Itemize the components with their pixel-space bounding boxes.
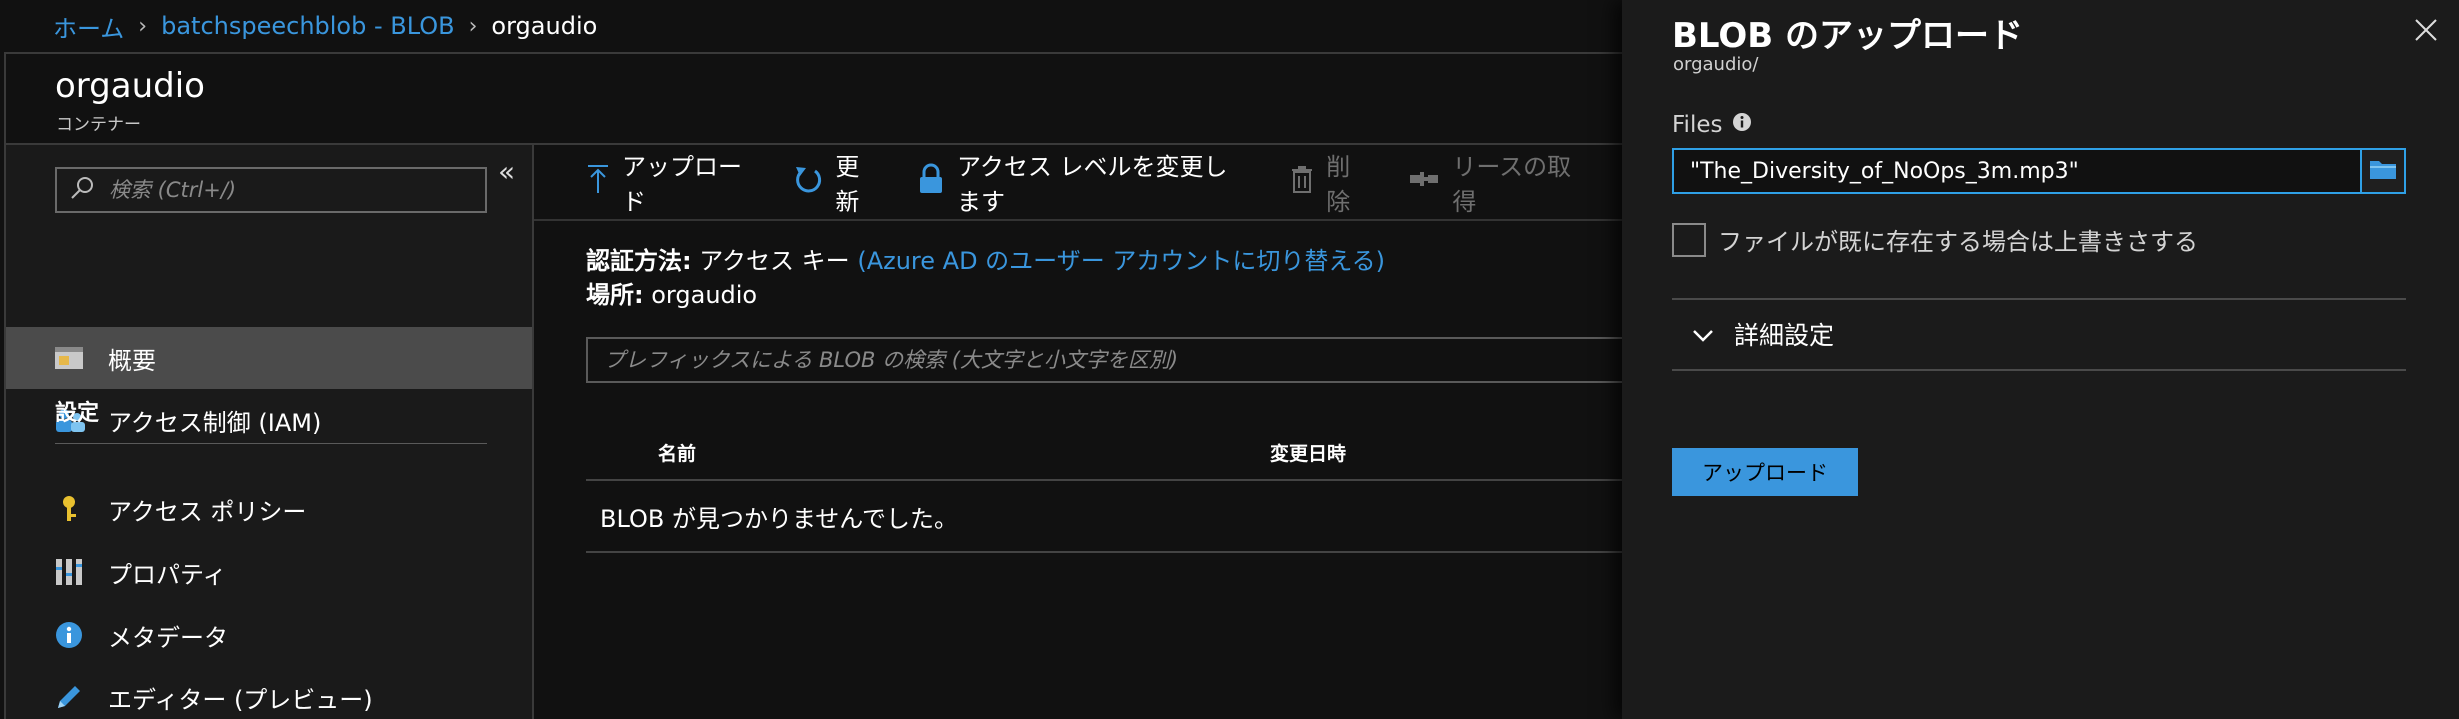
auth-method-value: アクセス キー [699, 247, 850, 275]
overwrite-checkbox[interactable] [1672, 222, 1706, 257]
location-value: orgaudio [651, 281, 758, 309]
search-icon [69, 175, 95, 205]
nav-item-metadata[interactable]: メタデータ [6, 604, 532, 666]
chevron-right-icon: › [138, 13, 148, 39]
overview-icon [54, 343, 88, 373]
blob-search-box[interactable] [586, 337, 1626, 383]
auth-method-label: 認証方法: [586, 247, 692, 275]
folder-browse-button[interactable] [2360, 148, 2406, 194]
upload-blob-panel: BLOB のアップロード orgaudio/ Files "The_Divers… [1622, 0, 2459, 719]
chevron-right-icon: › [468, 13, 478, 39]
breadcrumb-account-link[interactable]: batchspeechblob - BLOB [161, 12, 455, 40]
nav-item-label: エディター (プレビュー) [108, 685, 373, 714]
divider [1672, 369, 2406, 371]
nav-item-properties[interactable]: プロパティ [6, 541, 532, 603]
acquire-lease-button[interactable]: リースの取得 [1408, 147, 1582, 217]
auth-method-line: 認証方法: アクセス キー (Azure AD のユーザー アカウントに切り替え… [586, 241, 1385, 276]
column-header-modified[interactable]: 変更日時 [1270, 439, 1346, 466]
delete-button-label: 削除 [1326, 153, 1351, 216]
refresh-button[interactable]: 更新 [793, 147, 877, 217]
folder-icon [2368, 157, 2398, 185]
container-header: orgaudio コンテナー [4, 52, 1622, 143]
resource-menu: « 概要 アクセス制御 (IAM) 設定 アクセス ポリシー プロパティ メタデ… [4, 143, 534, 719]
blob-search-input[interactable] [588, 339, 1624, 381]
page-title: orgaudio [55, 66, 205, 106]
refresh-icon [793, 164, 835, 200]
upload-button-label: アップロード [622, 153, 742, 216]
main-content: アップロード 更新 アクセス レベルを変更します 削除 リースの取得 認証方法:… [534, 143, 1626, 719]
chevron-down-icon [1672, 320, 1734, 349]
page-subtitle: コンテナー [56, 115, 141, 135]
table-header: 名前 変更日時 [586, 425, 1626, 481]
empty-table-message: BLOB が見つかりませんでした。 [586, 481, 1626, 553]
panel-title: BLOB のアップロード [1672, 16, 2024, 56]
section-settings-heading: 設定 [55, 401, 100, 426]
trash-icon [1290, 165, 1326, 199]
nav-item-editor[interactable]: エディター (プレビュー) [6, 666, 532, 719]
pencil-icon [54, 682, 88, 712]
menu-search-input[interactable] [109, 178, 469, 202]
advanced-settings-label: 詳細設定 [1734, 321, 1835, 350]
upload-arrow-icon [586, 164, 622, 200]
delete-button[interactable]: 削除 [1290, 147, 1368, 217]
nav-item-label: メタデータ [108, 623, 228, 652]
column-header-name[interactable]: 名前 [658, 439, 696, 466]
info-icon[interactable] [1732, 112, 1752, 138]
nav-item-access-policy[interactable]: アクセス ポリシー [6, 478, 532, 540]
location-line: 場所: orgaudio [586, 275, 757, 310]
nav-item-label: アクセス ポリシー [108, 497, 307, 526]
close-icon[interactable] [2408, 12, 2444, 48]
menu-search-box[interactable] [55, 167, 487, 213]
switch-to-azure-ad-link[interactable]: (Azure AD のユーザー アカウントに切り替える) [857, 247, 1385, 275]
nav-item-label: 概要 [108, 346, 156, 375]
change-access-level-button[interactable]: アクセス レベルを変更します [917, 147, 1250, 217]
panel-path: orgaudio/ [1673, 54, 1759, 75]
file-selection-field[interactable]: "The_Diversity_of_NoOps_3m.mp3" [1672, 148, 2374, 194]
divider [1672, 298, 2406, 300]
info-icon [54, 620, 88, 650]
location-label: 場所: [586, 281, 644, 309]
files-label: Files [1672, 112, 1723, 138]
divider [55, 443, 487, 444]
collapse-menu-icon[interactable]: « [498, 155, 515, 188]
overwrite-option[interactable]: ファイルが既に存在する場合は上書きさする [1672, 222, 2198, 257]
breadcrumb-home-link[interactable]: ホーム [53, 9, 124, 44]
nav-item-label: アクセス制御 (IAM) [108, 408, 322, 437]
acquire-lease-label: リースの取得 [1452, 153, 1572, 216]
upload-submit-button[interactable]: アップロード [1672, 448, 1858, 496]
refresh-button-label: 更新 [835, 153, 860, 216]
nav-item-overview[interactable]: 概要 [6, 327, 532, 389]
properties-icon [54, 557, 88, 587]
nav-item-label: プロパティ [108, 560, 227, 589]
command-bar: アップロード 更新 アクセス レベルを変更します 削除 リースの取得 [534, 145, 1622, 221]
breadcrumb: ホーム › batchspeechblob - BLOB › orgaudio [0, 0, 1622, 52]
change-access-level-label: アクセス レベルを変更します [957, 153, 1228, 216]
lease-icon [1408, 167, 1452, 197]
advanced-settings-toggle[interactable]: 詳細設定 [1672, 316, 1834, 352]
key-icon [54, 494, 88, 524]
breadcrumb-current: orgaudio [491, 12, 598, 40]
upload-button[interactable]: アップロード [586, 147, 753, 217]
files-label-row: Files [1672, 112, 1752, 138]
lock-icon [917, 163, 957, 201]
overwrite-label: ファイルが既に存在する場合は上書きさする [1718, 228, 2198, 256]
